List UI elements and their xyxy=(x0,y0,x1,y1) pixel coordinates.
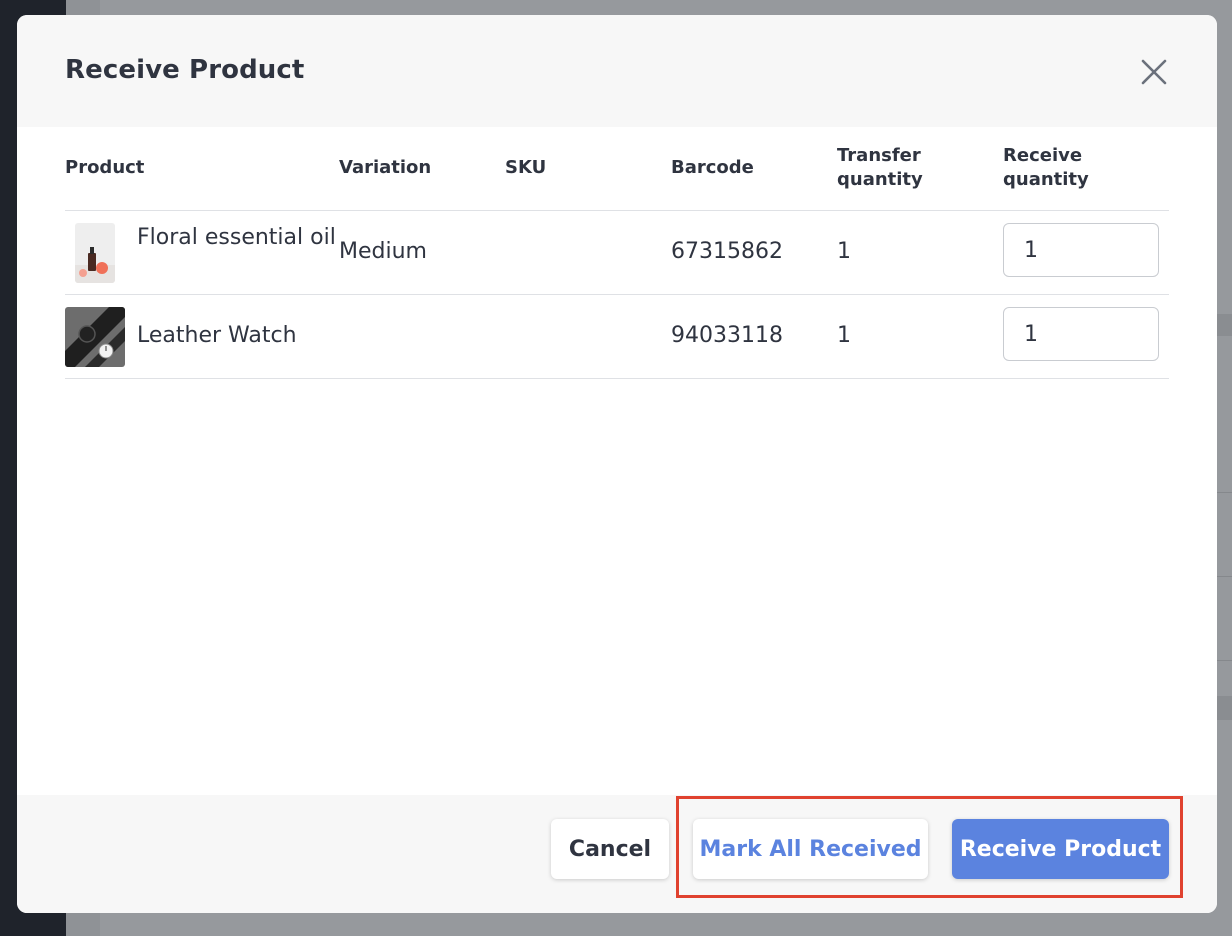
barcode: 94033118 xyxy=(671,323,783,348)
receive-product-modal: Receive Product Product Variation SKU Ba… xyxy=(17,15,1217,913)
barcode: 67315862 xyxy=(671,239,783,264)
modal-footer: Cancel Mark All Received Receive Product xyxy=(17,795,1217,913)
column-header-barcode: Barcode xyxy=(671,157,754,178)
essential-oil-image xyxy=(75,223,115,283)
watch-image xyxy=(65,307,125,367)
transfer-quantity: 1 xyxy=(837,323,851,348)
column-header-receive-quantity: Receive quantity xyxy=(1003,145,1089,190)
variation: Medium xyxy=(339,239,427,264)
table-row: Leather Watch 94033118 1 xyxy=(65,295,1169,379)
column-header-product: Product xyxy=(65,157,145,178)
products-table: Product Variation SKU Barcode Transfer q… xyxy=(65,127,1169,379)
receive-product-button[interactable]: Receive Product xyxy=(952,819,1169,879)
product-name: Floral essential oil xyxy=(137,225,336,250)
column-header-variation: Variation xyxy=(339,157,432,178)
column-header-transfer-quantity: Transfer quantity xyxy=(837,145,923,190)
close-icon xyxy=(1141,59,1167,85)
product-thumbnail xyxy=(75,223,115,283)
cancel-button[interactable]: Cancel xyxy=(551,819,669,879)
receive-quantity-input[interactable] xyxy=(1003,223,1159,277)
table-header: Product Variation SKU Barcode Transfer q… xyxy=(65,127,1169,211)
product-name: Leather Watch xyxy=(137,323,297,348)
modal-header: Receive Product xyxy=(17,15,1217,127)
transfer-quantity: 1 xyxy=(837,239,851,264)
column-header-sku: SKU xyxy=(505,157,547,178)
mark-all-received-button[interactable]: Mark All Received xyxy=(693,819,928,879)
close-button[interactable] xyxy=(1137,55,1171,89)
table-row: Floral essential oil Medium 67315862 1 xyxy=(65,211,1169,295)
receive-quantity-input[interactable] xyxy=(1003,307,1159,361)
product-thumbnail xyxy=(65,307,125,367)
modal-title: Receive Product xyxy=(65,55,305,85)
